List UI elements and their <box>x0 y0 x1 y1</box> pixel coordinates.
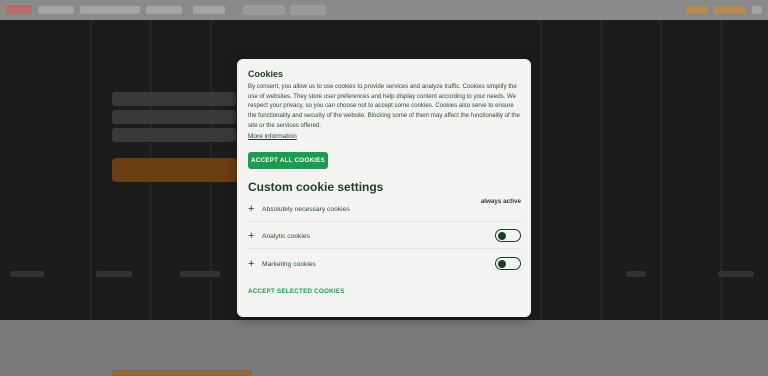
cookie-category-analytic[interactable]: + Analytic cookies <box>248 223 521 249</box>
hero-headline <box>112 110 236 124</box>
nav-item <box>80 6 140 14</box>
plus-icon[interactable]: + <box>248 231 254 242</box>
cookie-category-marketing[interactable]: + Marketing cookies <box>248 251 521 277</box>
marketing-cookies-toggle[interactable] <box>495 257 521 270</box>
menu-icon <box>752 6 762 14</box>
cookie-category-necessary[interactable]: + Absolutely necessary cookies always ac… <box>248 196 521 222</box>
hero-cta-button <box>112 158 238 182</box>
contact-link <box>714 6 746 14</box>
category-label: Absolutely necessary cookies <box>262 206 350 213</box>
language-selector <box>686 6 708 14</box>
plus-icon[interactable]: + <box>248 204 254 215</box>
site-logo <box>6 5 32 14</box>
hero-headline <box>112 92 236 106</box>
plus-icon[interactable]: + <box>248 259 254 270</box>
category-label: Analytic cookies <box>262 233 310 240</box>
cookie-consent-dialog: Cookies By consent, you allow us to use … <box>237 59 531 317</box>
divider <box>248 248 521 249</box>
nav-item <box>193 6 225 14</box>
toggle-knob <box>498 259 506 268</box>
accept-selected-cookies-button[interactable]: ACCEPT SELECTED COOKIES <box>248 288 345 295</box>
nav-button <box>290 5 326 15</box>
always-active-badge: always active <box>480 198 521 205</box>
nav-item <box>38 6 74 14</box>
page-content-below <box>0 320 768 376</box>
analytic-cookies-toggle[interactable] <box>495 229 521 242</box>
dialog-title: Cookies <box>248 69 284 79</box>
hero-headline <box>112 128 236 142</box>
toggle-knob <box>498 231 506 240</box>
accept-all-cookies-button[interactable]: ACCEPT ALL COOKIES <box>248 152 328 169</box>
divider <box>248 221 521 222</box>
nav-item <box>146 6 182 14</box>
dialog-description: By consent, you allow us to use cookies … <box>248 83 520 129</box>
more-information-link[interactable]: More information <box>248 133 297 140</box>
category-label: Marketing cookies <box>262 261 316 268</box>
custom-settings-heading: Custom cookie settings <box>248 180 384 194</box>
site-header <box>0 0 768 20</box>
nav-button <box>243 5 285 15</box>
section-heading <box>112 370 252 376</box>
